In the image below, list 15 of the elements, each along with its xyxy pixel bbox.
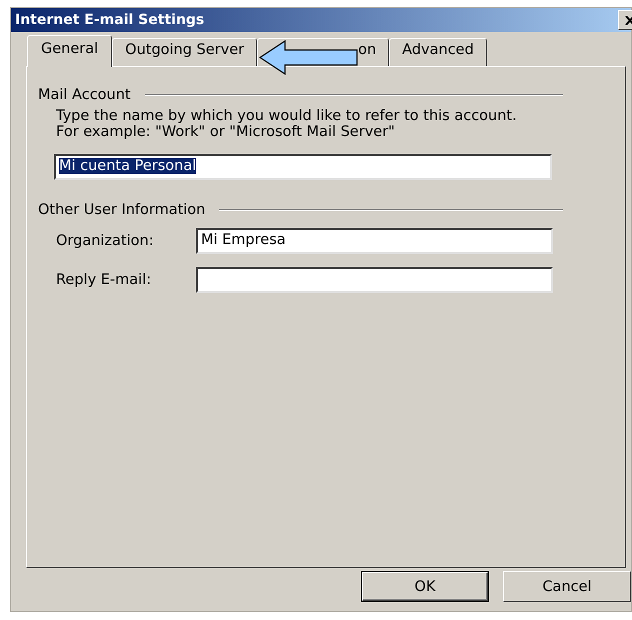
description-text: Type the name by which you would like to refer to this account. For example: "Work" or "Microsoft Mail Server" <box>56 108 518 140</box>
tab[interactable]: Outgoing Server <box>112 38 258 66</box>
dialog-button[interactable]: Cancel <box>503 571 631 602</box>
input-field[interactable]: Mi cuenta Personal <box>54 154 552 180</box>
input-field[interactable]: Mi Empresa <box>196 228 553 254</box>
window-title: Internet E-mail Settings <box>15 12 206 28</box>
tab[interactable]: Advanced <box>389 38 487 66</box>
group-heading: Other User Information <box>38 202 206 218</box>
group-heading: Mail Account <box>38 87 131 103</box>
tab[interactable]: General <box>27 35 112 67</box>
close-icon <box>624 16 632 24</box>
dialog-button[interactable]: OK <box>362 572 488 601</box>
field-label: Reply E-mail: <box>56 272 152 288</box>
input-field[interactable] <box>196 267 553 293</box>
field-label: Organization: <box>56 233 155 249</box>
